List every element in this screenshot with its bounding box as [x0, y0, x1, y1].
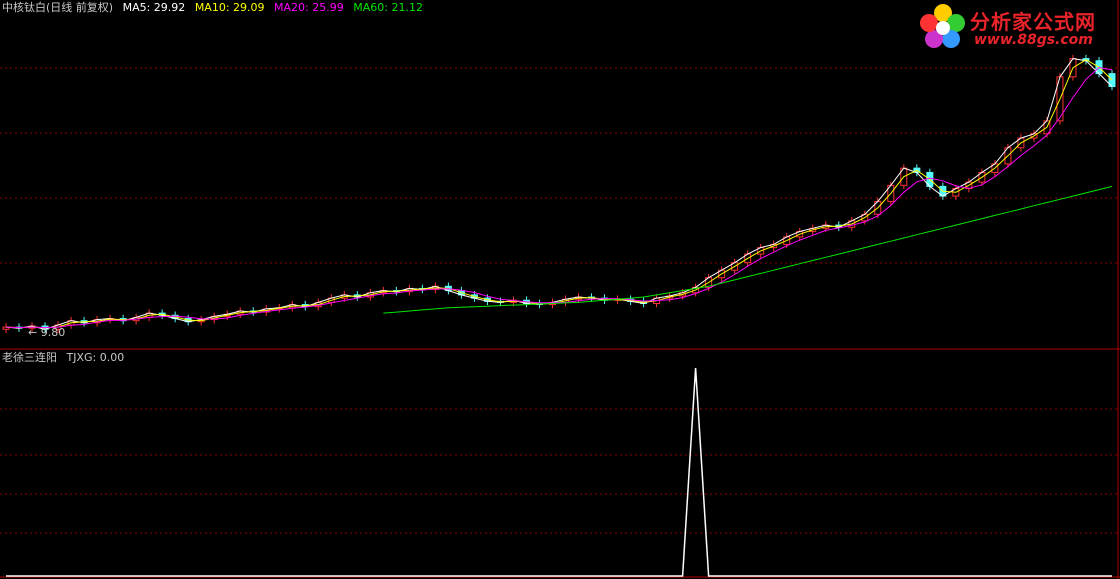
indicator-header: 老徐三连阳 TJXG: 0.00: [2, 351, 130, 364]
indicator-name: 老徐三连阳: [2, 351, 57, 364]
ma5-label: MA5: 29.92: [122, 1, 186, 14]
price-header: 中核钛白(日线 前复权) MA5: 29.92 MA10: 29.09 MA20…: [2, 1, 429, 14]
plot-area[interactable]: ← 9.80: [0, 0, 1120, 579]
ma10-label: MA10: 29.09: [194, 1, 265, 14]
ma5-line: [5, 58, 1113, 330]
site-logo: 分析家公式网 www.88gs.com: [918, 2, 1108, 52]
stock-title: 中核钛白(日线 前复权): [2, 1, 114, 14]
ma60-line: [383, 185, 1113, 314]
logo-title: 分析家公式网: [970, 10, 1096, 34]
low-price-marker: ← 9.80: [28, 326, 65, 339]
ma20-label: MA20: 25.99: [274, 1, 344, 14]
flower-logo-icon: [920, 4, 965, 48]
tjxg-line: [6, 367, 1112, 577]
logo-url: www.88gs.com: [974, 32, 1093, 48]
indicator-value: TJXG: 0.00: [66, 351, 125, 364]
ma60-label: MA60: 21.12: [353, 1, 423, 14]
chart-window: ← 9.80 中核钛白(日线 前复权) MA5: 29.92 MA10: 29.…: [0, 0, 1120, 579]
